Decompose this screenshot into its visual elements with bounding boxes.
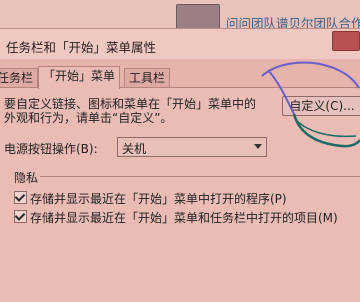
power-button-label: 电源按钮操作(B):: [4, 142, 98, 156]
tab-strip: 任务栏 「开始」菜单 工具栏: [0, 66, 360, 89]
chevron-down-icon: [254, 144, 262, 149]
start-menu-tab-panel: 要自定义链接、图标和菜单在「开始」菜单中的 外观和行为，请单击“自定义”。 自定…: [0, 87, 360, 302]
privacy-group-divider: [36, 176, 360, 177]
tab-toolbars[interactable]: 工具栏: [124, 68, 171, 87]
tab-taskbar[interactable]: 任务栏: [0, 68, 39, 87]
customize-button[interactable]: 自定义(C)...: [282, 96, 360, 116]
check-icon: [14, 210, 26, 221]
privacy-group-title: 隐私: [12, 169, 41, 186]
check-icon: [14, 191, 26, 202]
taskbar-start-menu-properties-dialog: 任务栏和「开始」菜单属性 任务栏 「开始」菜单 工具栏 要自定义链接、图标和菜单…: [0, 28, 360, 302]
power-button-select[interactable]: 关机: [117, 137, 267, 157]
programs-checkbox[interactable]: [14, 191, 27, 204]
privacy-option-label: 存储并显示最近在「开始」菜单和任务栏中打开的项目(M): [30, 211, 338, 225]
items-checkbox[interactable]: [14, 210, 27, 223]
close-button[interactable]: [332, 31, 360, 51]
privacy-option-label: 存储并显示最近在「开始」菜单中打开的程序(P): [30, 192, 287, 206]
customize-description: 要自定义链接、图标和菜单在「开始」菜单中的 外观和行为，请单击“自定义”。: [4, 97, 257, 125]
power-button-value: 关机: [122, 142, 147, 156]
dialog-title: 任务栏和「开始」菜单属性: [6, 40, 157, 55]
tab-start-menu[interactable]: 「开始」菜单: [38, 66, 121, 89]
dialog-titlebar: 任务栏和「开始」菜单属性: [0, 29, 360, 59]
